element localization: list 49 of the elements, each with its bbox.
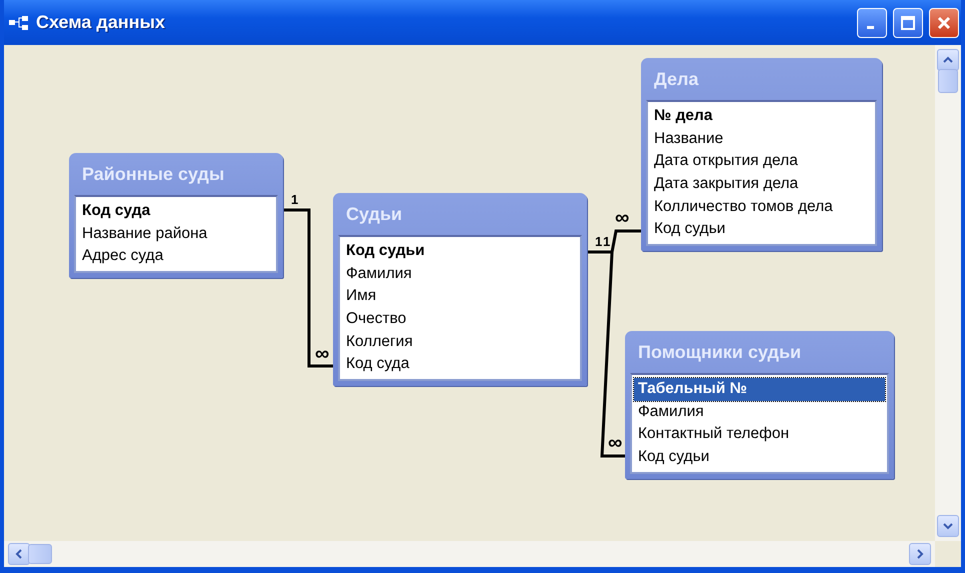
table-window[interactable]: Дела № дела Название Дата открытия дела Дата закрытия дела Колличество томов дела Код судьи [641,58,882,252]
table-title: Помощники судьи [637,340,802,364]
minimize-icon [866,26,874,29]
many-label: ∞ [315,347,330,361]
relationships-icon [8,14,30,30]
field-item[interactable]: Код суда [78,200,274,223]
table-title: Дела [653,68,700,91]
window-title: Схема данных [36,12,166,33]
vertical-scrollbar[interactable] [935,45,961,541]
close-icon [936,14,952,30]
field-item[interactable]: Дата открытия дела [650,150,873,174]
field-item[interactable]: Коллегия [342,330,578,354]
maximize-button[interactable] [893,8,923,38]
field-item[interactable]: Адрес суда [78,245,274,268]
field-item[interactable]: Код судьи [650,218,873,242]
table-window[interactable]: Помощники судьи Табельный № Фамилия Контактный телефон Код судьи [625,331,894,479]
field-item[interactable]: Колличество томов дела [650,196,873,218]
minimize-button[interactable] [857,8,887,38]
many-label: ∞ [608,436,622,450]
close-button[interactable] [929,8,959,38]
scroll-thumb[interactable] [938,69,958,93]
one-label: 1 [603,235,610,248]
one-label: 1 [595,235,602,248]
scroll-right-icon[interactable] [909,543,931,565]
field-item[interactable]: Название [650,128,873,150]
field-item[interactable]: № дела [650,105,873,128]
field-item[interactable]: Очество [342,308,578,331]
field-item[interactable]: Код судьи [342,240,578,263]
field-item[interactable]: Табельный № [634,378,885,401]
field-item[interactable]: Фамилия [342,262,578,286]
field-item[interactable]: Название района [78,222,274,246]
maximize-icon [900,14,916,30]
one-label: 1 [291,193,298,206]
scrollbar-corner [935,541,961,567]
field-item[interactable]: Код суда [342,353,578,376]
field-item[interactable]: Дата закрытия дела [650,173,873,196]
field-item[interactable]: Код судьи [634,446,885,469]
many-label: ∞ [615,211,630,225]
table-window[interactable]: Районные суды Код суда Название района Адрес суда [69,153,283,278]
scroll-up-icon[interactable] [937,49,959,71]
table-title: Судьи [345,202,404,226]
scroll-down-icon[interactable] [937,515,959,537]
scroll-thumb[interactable] [28,544,52,564]
field-item[interactable]: Фамилия [634,400,885,424]
scroll-left-icon[interactable] [8,543,30,565]
field-item[interactable]: Контактный телефон [634,423,885,446]
table-window[interactable]: Судьи Код судьи Фамилия Имя Очество Коллегия Код суда [333,193,587,386]
field-item[interactable]: Имя [342,285,578,308]
table-title: Районные суды [81,162,226,186]
